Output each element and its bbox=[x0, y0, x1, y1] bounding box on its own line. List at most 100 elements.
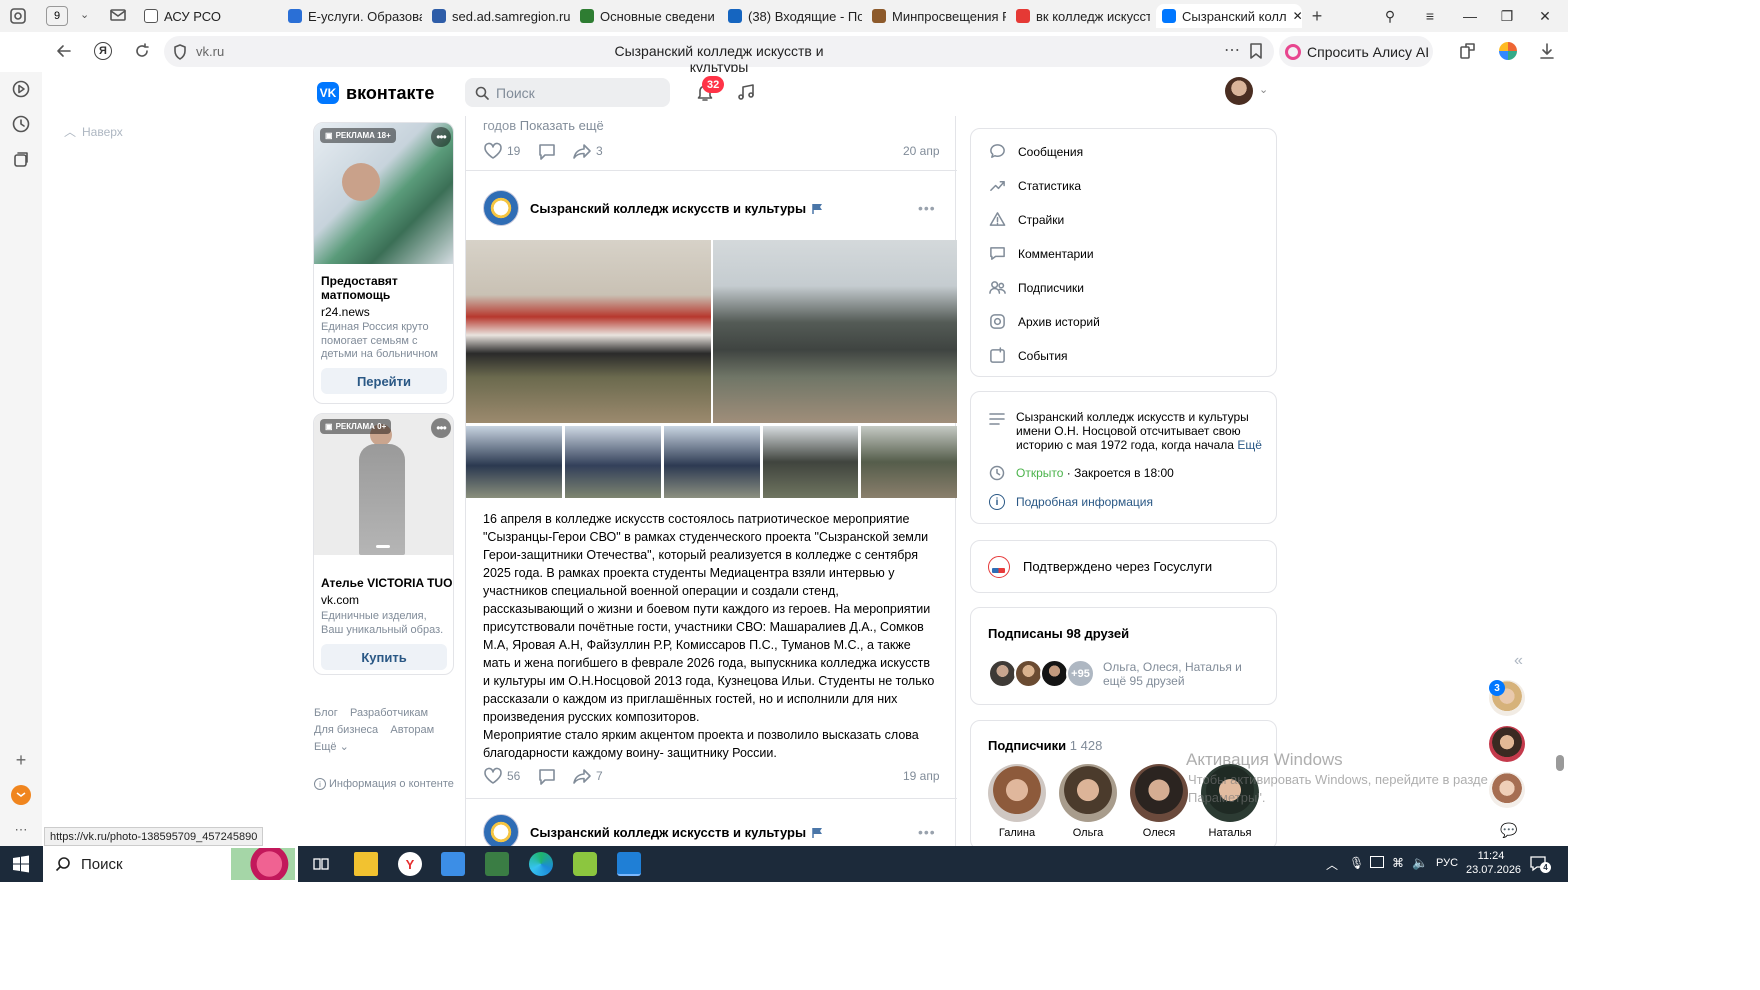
browser-tab[interactable]: Основные сведени bbox=[574, 4, 718, 28]
details-link[interactable]: Подробная информация bbox=[1016, 495, 1153, 509]
yandex-browser-icon[interactable]: Y bbox=[398, 852, 422, 876]
minimize-button[interactable]: — bbox=[1460, 6, 1480, 26]
browser-tab[interactable]: sed.ad.samregion.ru bbox=[426, 4, 570, 28]
follower-name[interactable]: Галина bbox=[988, 827, 1046, 839]
post-date[interactable]: 19 апр bbox=[903, 769, 940, 783]
menu-events[interactable]: События bbox=[989, 347, 1068, 364]
address-field[interactable]: vk.ru Сызранский колледж искусств и куль… bbox=[164, 36, 1274, 75]
file-explorer-icon[interactable] bbox=[354, 852, 378, 876]
menu-strikes[interactable]: Страйки bbox=[989, 211, 1064, 228]
network-icon[interactable] bbox=[1370, 856, 1384, 868]
back-arrow-icon[interactable] bbox=[55, 42, 73, 60]
prev-post-date[interactable]: 20 апр bbox=[903, 144, 940, 158]
music-icon[interactable] bbox=[736, 82, 756, 102]
restore-button[interactable]: ❐ bbox=[1497, 6, 1517, 26]
post-photo-5[interactable] bbox=[664, 426, 760, 498]
screenshot-icon[interactable] bbox=[8, 6, 28, 26]
mail-icon[interactable] bbox=[110, 8, 126, 22]
user-avatar[interactable] bbox=[1225, 77, 1253, 105]
close-tab-icon[interactable]: ✕ bbox=[1293, 9, 1302, 23]
friends-title[interactable]: Подписаны 98 друзей bbox=[988, 626, 1129, 641]
about-more-link[interactable]: Ещё bbox=[1237, 438, 1262, 452]
friend-avatar[interactable] bbox=[988, 659, 1017, 688]
footer-link-blog[interactable]: Блог bbox=[314, 707, 338, 719]
reload-icon[interactable] bbox=[133, 42, 151, 60]
friends-extra-count[interactable]: +95 bbox=[1066, 659, 1095, 688]
paint-app-icon[interactable] bbox=[573, 852, 597, 876]
chat-icon[interactable]: 💬 bbox=[1500, 822, 1517, 839]
new-tab-button[interactable]: + bbox=[1307, 6, 1327, 26]
follower-name[interactable]: Ольга bbox=[1059, 827, 1117, 839]
browser-tab[interactable]: (38) Входящие - По bbox=[722, 4, 862, 28]
browser-tab[interactable]: Минпросвещения Р bbox=[866, 4, 1006, 28]
windows-start-icon[interactable] bbox=[9, 852, 33, 876]
volume-icon[interactable]: 🔈 bbox=[1412, 855, 1428, 871]
play-icon[interactable] bbox=[11, 79, 31, 99]
ad-card-2[interactable]: ▣ РЕКЛАМА 0+ ••• Ателье VICTORIA TUO vk.c… bbox=[313, 413, 454, 675]
microphone-icon[interactable]: 🎙 bbox=[1349, 856, 1364, 870]
content-info-link[interactable]: i Информация о контенте bbox=[314, 778, 454, 790]
footer-link-authors[interactable]: Авторам bbox=[390, 724, 434, 736]
post-photo-1[interactable] bbox=[466, 240, 711, 423]
post-photo-7[interactable] bbox=[861, 426, 957, 498]
ad-buy-button[interactable]: Купить bbox=[321, 644, 447, 670]
post-photo-4[interactable] bbox=[565, 426, 661, 498]
footer-link-business[interactable]: Для бизнеса bbox=[314, 724, 378, 736]
friend-avatar[interactable] bbox=[1014, 659, 1043, 688]
ad-card-1[interactable]: ▣ РЕКЛАМА 18+ ••• Предоставят матпомощь r… bbox=[313, 122, 454, 404]
page-scrollbar[interactable] bbox=[1556, 755, 1564, 771]
post-more-button[interactable]: ••• bbox=[918, 824, 936, 840]
footer-link-more[interactable]: Ещё bbox=[314, 741, 337, 753]
ask-alice-button[interactable]: Спросить Алису AI bbox=[1279, 36, 1433, 67]
taskbar-clock[interactable]: 11:24 23.07.2026 bbox=[1466, 849, 1521, 877]
show-more-link[interactable]: Показать ещё bbox=[520, 118, 604, 133]
browser-tab[interactable]: вк колледж искусст bbox=[1010, 4, 1150, 28]
menu-statistics[interactable]: Статистика bbox=[989, 177, 1081, 194]
follower-avatar[interactable] bbox=[1130, 764, 1188, 822]
history-icon[interactable] bbox=[11, 114, 31, 134]
menu-comments[interactable]: Комментарии bbox=[989, 245, 1094, 262]
profile-icon[interactable]: ⚲ bbox=[1380, 6, 1400, 26]
collapse-chats-icon[interactable]: « bbox=[1514, 652, 1523, 670]
task-view-icon[interactable] bbox=[309, 852, 333, 876]
ad-go-button[interactable]: Перейти bbox=[321, 368, 447, 394]
add-panel-icon[interactable]: + bbox=[11, 750, 31, 770]
more-options-icon[interactable]: ⋯ bbox=[1224, 40, 1240, 60]
edge-icon[interactable] bbox=[529, 852, 553, 876]
prev-like-button[interactable]: 19 bbox=[483, 142, 520, 160]
post-more-button[interactable]: ••• bbox=[918, 200, 936, 216]
language-indicator[interactable]: РУС bbox=[1436, 857, 1458, 869]
download-icon[interactable] bbox=[1538, 42, 1556, 60]
post-photo-3[interactable] bbox=[466, 426, 562, 498]
like-button[interactable]: 56 bbox=[483, 767, 520, 785]
footer-link-developers[interactable]: Разработчикам bbox=[350, 707, 428, 719]
vk-logo[interactable]: VK вконтакте bbox=[317, 82, 434, 104]
office-app-icon[interactable] bbox=[485, 852, 509, 876]
browser-tab[interactable]: Сызранский колл ✕ bbox=[1156, 4, 1302, 28]
ad-more-button[interactable]: ••• bbox=[431, 127, 451, 147]
community-avatar[interactable] bbox=[483, 814, 519, 850]
comment-button[interactable] bbox=[537, 768, 557, 786]
chevron-down-icon[interactable]: ⌄ bbox=[80, 8, 89, 21]
yandex-logo-icon[interactable]: Я bbox=[94, 42, 112, 60]
follower-avatar[interactable] bbox=[988, 764, 1046, 822]
mail-app-icon[interactable] bbox=[11, 785, 31, 805]
post-photo-6[interactable] bbox=[763, 426, 858, 498]
chat-avatar[interactable] bbox=[1489, 726, 1525, 762]
game-icon[interactable]: ⌘ bbox=[1392, 856, 1404, 870]
chevron-up-icon[interactable]: ︿ bbox=[1326, 856, 1338, 873]
follower-name[interactable]: Наталья bbox=[1201, 827, 1259, 839]
notification-center-icon[interactable]: 4 bbox=[1529, 854, 1551, 874]
back-to-top-link[interactable]: ︿ Наверх bbox=[64, 123, 123, 140]
ad-more-button[interactable]: ••• bbox=[431, 418, 451, 438]
menu-stories-archive[interactable]: Архив историй bbox=[989, 313, 1100, 330]
close-window-button[interactable]: ✕ bbox=[1535, 6, 1555, 26]
menu-messages[interactable]: Сообщения bbox=[989, 143, 1083, 160]
prev-share-button[interactable]: 3 bbox=[572, 142, 603, 160]
community-avatar[interactable] bbox=[483, 190, 519, 226]
taskbar-search[interactable]: Поиск bbox=[43, 846, 298, 882]
vk-app-icon[interactable] bbox=[617, 852, 641, 876]
vk-search-input[interactable]: Поиск bbox=[465, 78, 670, 107]
browser-tab[interactable]: Е-услуги. Образова bbox=[282, 4, 422, 28]
shield-icon[interactable] bbox=[173, 44, 187, 60]
